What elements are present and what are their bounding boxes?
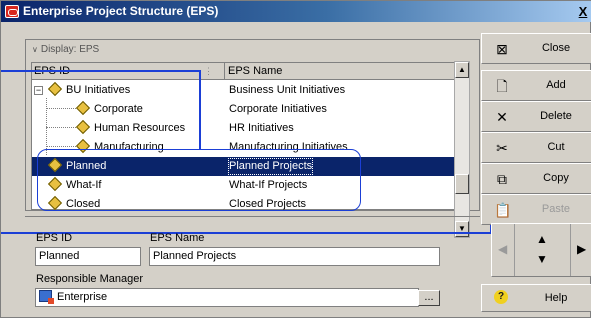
eps-node-icon bbox=[76, 121, 89, 132]
close-window-button[interactable]: X bbox=[575, 3, 591, 20]
row-eps-id-text: BU Initiatives bbox=[66, 84, 131, 96]
scrollbar-thumb[interactable] bbox=[455, 174, 469, 194]
tree-row[interactable]: − BU Initiatives Business Unit Initiativ… bbox=[32, 81, 455, 100]
divider bbox=[514, 224, 515, 276]
delete-button-label: Delete bbox=[540, 110, 572, 122]
new-document-icon: 🗋 bbox=[496, 78, 508, 94]
title-bar: Enterprise Project Structure (EPS) bbox=[1, 1, 591, 22]
callout-line bbox=[199, 70, 201, 149]
help-button-label: Help bbox=[544, 292, 568, 304]
responsible-manager-value: Enterprise bbox=[57, 291, 108, 303]
row-eps-id-text: Human Resources bbox=[94, 122, 186, 134]
add-button[interactable]: 🗋 Add bbox=[481, 70, 591, 101]
eps-node-icon bbox=[76, 102, 89, 113]
move-down-arrow-icon[interactable]: ▼ bbox=[536, 252, 548, 266]
delete-x-icon: ✕ bbox=[496, 109, 508, 125]
cut-button[interactable]: ✂ Cut bbox=[481, 132, 591, 163]
paste-icon: 📋 bbox=[494, 202, 512, 218]
paste-button[interactable]: 📋 Paste bbox=[481, 194, 591, 225]
responsible-manager-field[interactable]: Enterprise bbox=[35, 288, 419, 307]
row-eps-id-text: Corporate bbox=[94, 103, 143, 115]
display-options-bar[interactable]: ∨ Display: EPS bbox=[32, 43, 99, 57]
scroll-up-arrow-icon[interactable]: ▲ bbox=[455, 62, 469, 78]
copy-button[interactable]: ⧉ Copy bbox=[481, 163, 591, 194]
paste-button-label: Paste bbox=[541, 203, 571, 215]
move-arrows-panel: ◀ ▲ ▼ ▶ bbox=[491, 223, 591, 277]
add-button-label: Add bbox=[546, 79, 566, 91]
move-up-arrow-icon[interactable]: ▲ bbox=[536, 232, 548, 246]
close-button-label: Close bbox=[541, 42, 571, 54]
eps-node-icon bbox=[48, 83, 61, 94]
help-button[interactable]: ? Help bbox=[481, 284, 591, 312]
move-left-arrow-icon[interactable]: ◀ bbox=[498, 242, 507, 256]
collapse-icon[interactable]: − bbox=[34, 86, 43, 95]
callout-line bbox=[1, 70, 200, 72]
callout-highlight-box bbox=[37, 149, 361, 211]
help-icon: ? bbox=[494, 290, 508, 304]
eps-name-label: EPS Name bbox=[150, 232, 205, 244]
vertical-scrollbar[interactable]: ▲ ▼ bbox=[454, 61, 470, 238]
eps-name-field[interactable]: Planned Projects bbox=[149, 247, 440, 266]
column-header-eps-name[interactable]: EPS Name bbox=[225, 63, 457, 80]
row-eps-name: HR Initiatives bbox=[229, 122, 294, 134]
row-eps-id: Human Resources bbox=[76, 119, 185, 138]
divider bbox=[570, 224, 571, 276]
primavera-app-icon bbox=[5, 5, 19, 18]
row-eps-name: Corporate Initiatives bbox=[229, 103, 327, 115]
browse-manager-button[interactable]: ... bbox=[418, 290, 440, 306]
eps-id-label: EPS ID bbox=[36, 232, 73, 244]
delete-button[interactable]: ✕ Delete bbox=[481, 101, 591, 132]
move-right-arrow-icon[interactable]: ▶ bbox=[577, 242, 586, 256]
row-eps-name: Business Unit Initiatives bbox=[229, 84, 346, 96]
close-button[interactable]: ⊠ Close bbox=[481, 33, 591, 64]
row-eps-id: BU Initiatives bbox=[48, 81, 130, 100]
tree-row[interactable]: Corporate Corporate Initiatives bbox=[32, 100, 455, 119]
tree-row[interactable]: Human Resources HR Initiatives bbox=[32, 119, 455, 138]
eps-dialog: Enterprise Project Structure (EPS) X ∨ Di… bbox=[0, 0, 591, 318]
column-grip-icon[interactable]: ⋮ bbox=[204, 67, 213, 76]
close-window-icon: ⊠ bbox=[496, 41, 508, 57]
display-label: Display: EPS bbox=[40, 44, 100, 55]
column-header-eps-id[interactable]: EPS ID bbox=[32, 63, 225, 80]
copy-icon: ⧉ bbox=[497, 171, 507, 187]
eps-id-field[interactable]: Planned bbox=[35, 247, 141, 266]
chevron-down-icon: ∨ bbox=[32, 45, 38, 54]
window-title: Enterprise Project Structure (EPS) bbox=[23, 4, 219, 18]
copy-button-label: Copy bbox=[543, 172, 569, 184]
cut-button-label: Cut bbox=[547, 141, 565, 153]
responsible-manager-label: Responsible Manager bbox=[36, 273, 144, 285]
obs-icon bbox=[39, 290, 54, 304]
scissors-icon: ✂ bbox=[496, 140, 508, 156]
row-eps-id: Corporate bbox=[76, 100, 143, 119]
